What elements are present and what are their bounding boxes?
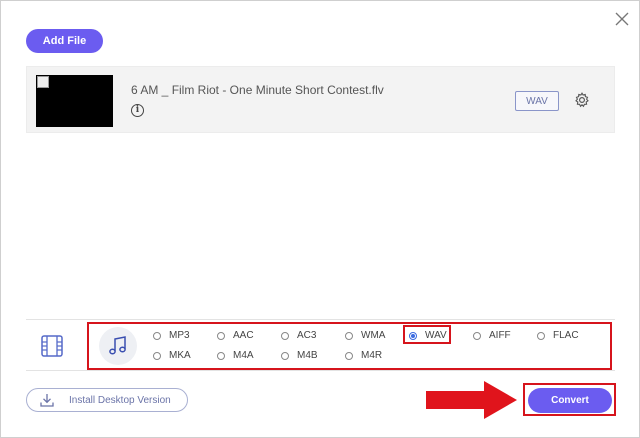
format-option-m4b[interactable]: M4B: [281, 350, 318, 361]
file-name: 6 AM _ Film Riot - One Minute Short Cont…: [131, 83, 384, 97]
format-option-ac3[interactable]: AC3: [281, 330, 316, 341]
info-icon[interactable]: i: [131, 104, 144, 117]
arrow-pointer-icon: [426, 381, 517, 419]
video-thumbnail: [36, 75, 113, 127]
gear-icon[interactable]: [574, 92, 590, 108]
format-option-wav[interactable]: WAV: [409, 330, 447, 341]
install-desktop-label: Install Desktop Version: [69, 394, 171, 406]
video-format-icon[interactable]: [40, 334, 64, 358]
format-option-flac[interactable]: FLAC: [537, 330, 579, 341]
format-panel: MP3 AAC AC3 WMA WAV AIFF FLAC MKA M4A M4…: [26, 319, 615, 371]
format-option-aac[interactable]: AAC: [217, 330, 254, 341]
close-icon[interactable]: [613, 10, 631, 28]
format-option-mka[interactable]: MKA: [153, 350, 191, 361]
add-file-button[interactable]: Add File: [26, 29, 103, 53]
output-format-badge[interactable]: WAV: [515, 91, 559, 111]
file-item: 6 AM _ Film Riot - One Minute Short Cont…: [26, 66, 615, 133]
format-option-aiff[interactable]: AIFF: [473, 330, 511, 341]
download-icon: [40, 394, 54, 407]
broken-image-icon: [37, 76, 49, 88]
music-note-icon: [109, 336, 126, 355]
format-option-m4r[interactable]: M4R: [345, 350, 382, 361]
format-option-wma[interactable]: WMA: [345, 330, 385, 341]
format-option-mp3[interactable]: MP3: [153, 330, 190, 341]
dialog-window: Add File 6 AM _ Film Riot - One Minute S…: [0, 0, 640, 438]
format-option-m4a[interactable]: M4A: [217, 350, 254, 361]
audio-format-tab[interactable]: [99, 327, 137, 365]
install-desktop-button[interactable]: Install Desktop Version: [26, 388, 188, 412]
convert-button[interactable]: Convert: [528, 388, 612, 413]
